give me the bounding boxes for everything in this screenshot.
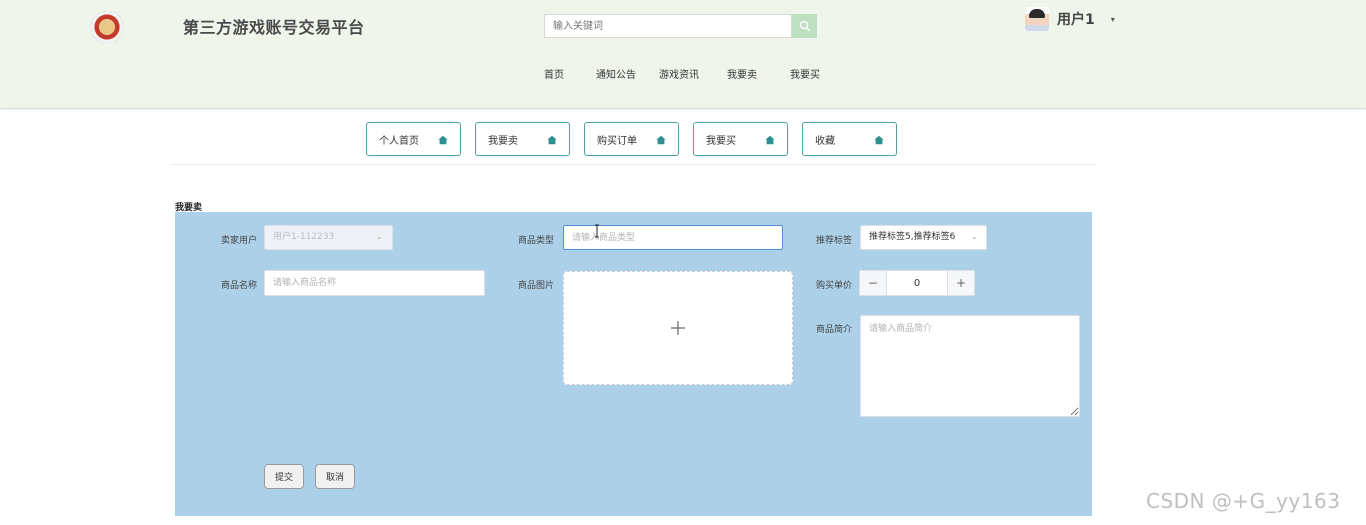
user-name[interactable]: 用户1 xyxy=(1057,9,1095,29)
seller-label: 卖家用户 xyxy=(221,236,258,246)
tab-orders[interactable]: 购买订单 xyxy=(584,122,679,156)
search-bar xyxy=(544,14,817,40)
price-label: 购买单价 xyxy=(816,281,853,291)
chevron-down-icon: ⌄ xyxy=(376,232,383,241)
site-logo[interactable] xyxy=(91,11,123,43)
price-value[interactable]: 0 xyxy=(887,271,947,295)
nav-item-game-news[interactable]: 游戏资讯 xyxy=(659,66,699,81)
tab-label: 我要卖 xyxy=(488,135,518,147)
home-icon xyxy=(438,135,448,145)
tab-sell[interactable]: 我要卖 xyxy=(475,122,570,156)
main-nav: 首页 通知公告 游戏资讯 我要卖 我要买 xyxy=(0,66,1366,81)
divider xyxy=(170,164,1096,165)
tab-profile[interactable]: 个人首页 xyxy=(366,122,461,156)
tab-buy[interactable]: 我要买 xyxy=(693,122,788,156)
search-input[interactable] xyxy=(544,14,792,38)
site-title[interactable]: 第三方游戏账号交易平台 xyxy=(183,14,365,38)
intro-label: 商品简介 xyxy=(816,325,853,335)
chevron-down-icon[interactable]: ⌄ xyxy=(971,232,978,241)
user-menu[interactable]: 用户1 ▾ xyxy=(1025,4,1115,34)
home-icon xyxy=(656,135,666,145)
seller-select: 用户1-112233 xyxy=(264,225,393,250)
home-icon xyxy=(765,135,775,145)
home-icon xyxy=(874,135,884,145)
submit-button[interactable]: 提交 xyxy=(264,464,304,489)
seller-value: 用户1-112233 xyxy=(273,232,335,242)
home-icon xyxy=(547,135,557,145)
tab-label: 购买订单 xyxy=(597,135,637,147)
nav-item-sell[interactable]: 我要卖 xyxy=(727,66,757,81)
image-upload[interactable] xyxy=(563,271,793,385)
price-stepper: − 0 + xyxy=(859,270,975,296)
text-cursor-icon xyxy=(595,224,599,238)
watermark: CSDN @+G_yy163 xyxy=(1146,489,1341,513)
plus-icon xyxy=(671,321,685,335)
nav-item-notices[interactable]: 通知公告 xyxy=(596,66,636,81)
category-label: 商品类型 xyxy=(518,236,555,246)
intro-textarea[interactable] xyxy=(860,315,1080,417)
tags-select[interactable]: 推荐标签5,推荐标签6 xyxy=(860,225,987,250)
tags-label: 推荐标签 xyxy=(816,236,853,246)
tab-label: 个人首页 xyxy=(379,135,419,147)
tab-favorites[interactable]: 收藏 xyxy=(802,122,897,156)
sell-form: 卖家用户 用户1-112233 ⌄ 商品类型 推荐标签 推荐标签5,推荐标签6 … xyxy=(175,212,1092,516)
chevron-down-icon[interactable]: ▾ xyxy=(1111,15,1115,24)
nav-item-buy[interactable]: 我要买 xyxy=(790,66,820,81)
tab-label: 收藏 xyxy=(815,135,835,147)
decrement-button[interactable]: − xyxy=(860,271,887,295)
search-button[interactable] xyxy=(792,14,817,38)
site-header: 第三方游戏账号交易平台 用户1 ▾ 首页 通知公告 游戏资讯 我要卖 我要买 xyxy=(0,0,1366,109)
avatar[interactable] xyxy=(1025,7,1049,31)
name-label: 商品名称 xyxy=(221,281,258,291)
nav-item-home[interactable]: 首页 xyxy=(544,66,564,81)
tags-value: 推荐标签5,推荐标签6 xyxy=(869,232,956,242)
product-name-input[interactable] xyxy=(264,270,485,296)
search-icon xyxy=(799,20,810,32)
increment-button[interactable]: + xyxy=(947,271,974,295)
cancel-button[interactable]: 取消 xyxy=(315,464,355,489)
tab-label: 我要买 xyxy=(706,135,736,147)
image-label: 商品图片 xyxy=(518,281,555,291)
